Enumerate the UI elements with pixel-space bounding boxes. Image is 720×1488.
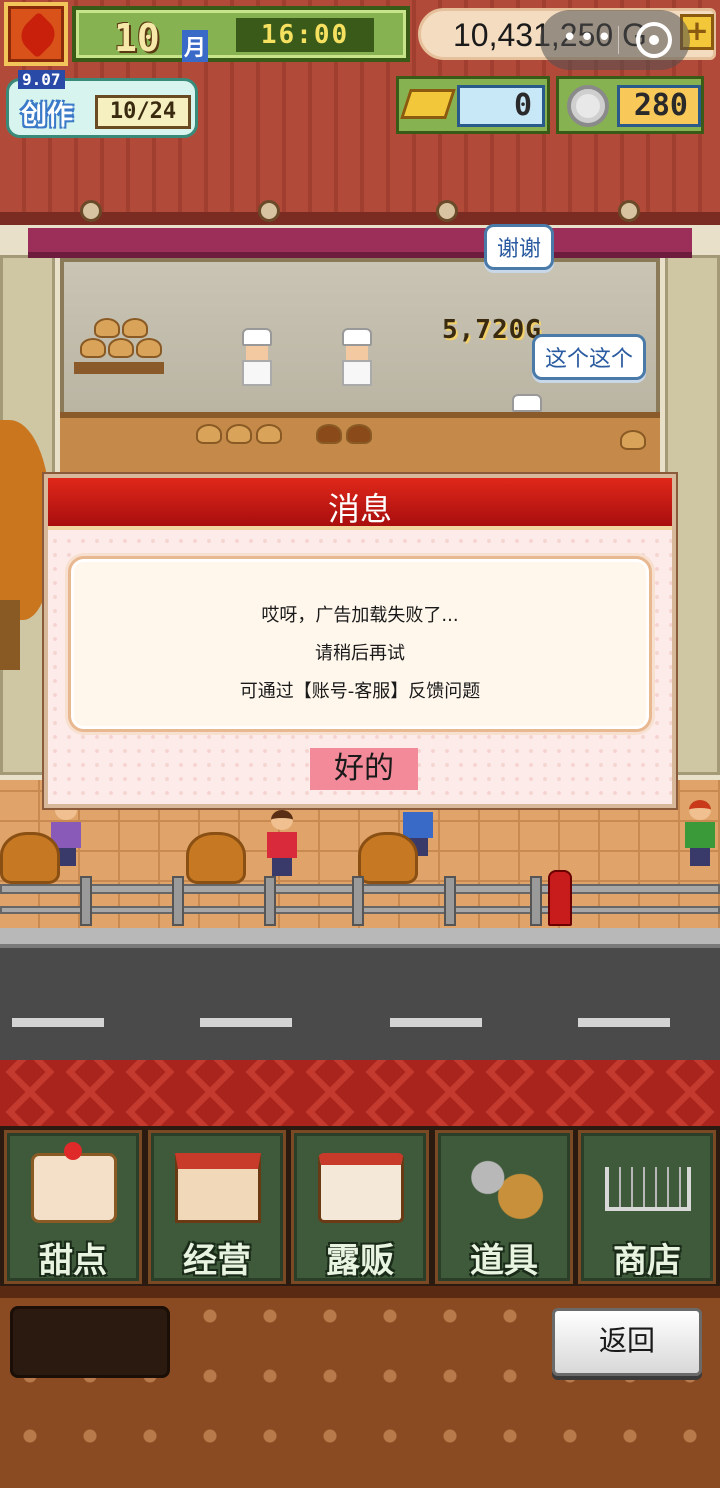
customer-character [682, 800, 718, 866]
create-date: 9.07 [18, 70, 65, 89]
plate-icon [567, 85, 609, 127]
roof-bolt [436, 200, 458, 222]
menu-item-label: 甜点 [39, 1241, 107, 1281]
curb [0, 928, 720, 948]
fire-hydrant [548, 870, 572, 926]
bread-shelf [74, 362, 164, 374]
lane-marking [578, 1018, 670, 1027]
tools-icon [462, 1153, 548, 1223]
dialog-title: 消息 [327, 490, 392, 528]
ok-button[interactable]: 好的 [310, 748, 418, 790]
bread [256, 424, 282, 444]
bread [94, 318, 120, 338]
dialog-message-box: 哎呀，广告加载失败了... 请稍后再试 可通过【账号-客服】反馈问题 [68, 556, 652, 732]
footer-border [0, 1286, 720, 1298]
menu-item-label: 道具 [470, 1241, 538, 1281]
customer-character [264, 810, 300, 876]
message-line: 请稍后再试 [315, 643, 405, 664]
gold-bar-count: 0 [457, 85, 545, 127]
back-button[interactable]: 返回 [552, 1308, 702, 1376]
dialog-header: 消息 [48, 478, 672, 530]
speech-bubble-this-one: 这个这个 [532, 334, 647, 380]
rail-post [80, 876, 92, 926]
bread [346, 424, 372, 444]
close-miniprogram-icon[interactable] [636, 22, 672, 58]
decorative-strip [0, 1060, 720, 1126]
message-line: 可通过【账号-客服】反馈问题 [239, 681, 481, 702]
main-menu: 甜点 经营 露贩 道具 商店 [0, 1126, 720, 1286]
rail-post [352, 876, 364, 926]
bread [316, 424, 342, 444]
menu-item-store[interactable]: 商店 [578, 1130, 716, 1284]
menu-item-label: 商店 [613, 1241, 681, 1281]
miniprogram-capsule: ••• [540, 10, 690, 70]
menu-item-desserts[interactable]: 甜点 [4, 1130, 142, 1284]
gold-bar-icon [400, 89, 456, 119]
calendar-panel: 10 月 16:00 [72, 6, 410, 62]
menu-item-label: 露贩 [326, 1241, 394, 1281]
menu-item-label: 经营 [183, 1241, 251, 1281]
food-truck-icon [318, 1153, 404, 1223]
roof-bolt [618, 200, 640, 222]
chef-character [240, 328, 274, 390]
menu-item-manage[interactable]: 经营 [148, 1130, 286, 1284]
message-line: 哎呀，广告加载失败了... [261, 605, 459, 626]
season-leaf-icon[interactable] [4, 2, 68, 66]
cake-icon [31, 1142, 117, 1223]
lane-marking [12, 1018, 104, 1027]
shop-icon [175, 1153, 261, 1223]
speech-bubble-thanks: 谢谢 [484, 224, 555, 270]
empty-slot [10, 1306, 170, 1378]
menu-item-stall[interactable]: 露贩 [291, 1130, 429, 1284]
bread [136, 338, 162, 358]
footer-panel: 返回 [0, 1286, 720, 1488]
bush [0, 832, 60, 884]
bread [196, 424, 222, 444]
bush [186, 832, 246, 884]
lane-marking [390, 1018, 482, 1027]
cart-icon [605, 1167, 691, 1211]
rail-post [264, 876, 276, 926]
roof-edge [0, 212, 720, 226]
bread [108, 338, 134, 358]
road [0, 948, 720, 1060]
bread [80, 338, 106, 358]
roof-bolt [258, 200, 280, 222]
maple-leaf-icon [14, 11, 62, 59]
create-count: 10/24 [95, 95, 191, 129]
chef-character [340, 328, 374, 390]
lane-marking [200, 1018, 292, 1027]
shop-awning [28, 228, 692, 258]
message-dialog: 消息 哎呀，广告加载失败了... 请稍后再试 可通过【账号-客服】反馈问题 好的 [44, 474, 676, 808]
plate-panel[interactable]: 280 [556, 76, 704, 134]
roof-bolt [80, 200, 102, 222]
tree-trunk [0, 600, 20, 670]
month-number: 10 [114, 16, 160, 60]
bakery-counter [60, 412, 660, 482]
shop-earnings-popup: 5,720G [442, 315, 542, 345]
month-label: 月 [182, 30, 209, 62]
plate-count: 280 [617, 85, 701, 127]
bush [358, 832, 418, 884]
bread [226, 424, 252, 444]
bread [620, 430, 646, 450]
rail-post [172, 876, 184, 926]
rail-post [530, 876, 542, 926]
bread [122, 318, 148, 338]
rail-post [444, 876, 456, 926]
create-label: 创作 [21, 101, 74, 131]
more-options-icon[interactable]: ••• [562, 25, 614, 51]
capsule-divider [618, 26, 619, 54]
menu-item-items[interactable]: 道具 [435, 1130, 573, 1284]
game-clock: 16:00 [236, 18, 374, 52]
gold-bar-panel[interactable]: 0 [396, 76, 550, 134]
